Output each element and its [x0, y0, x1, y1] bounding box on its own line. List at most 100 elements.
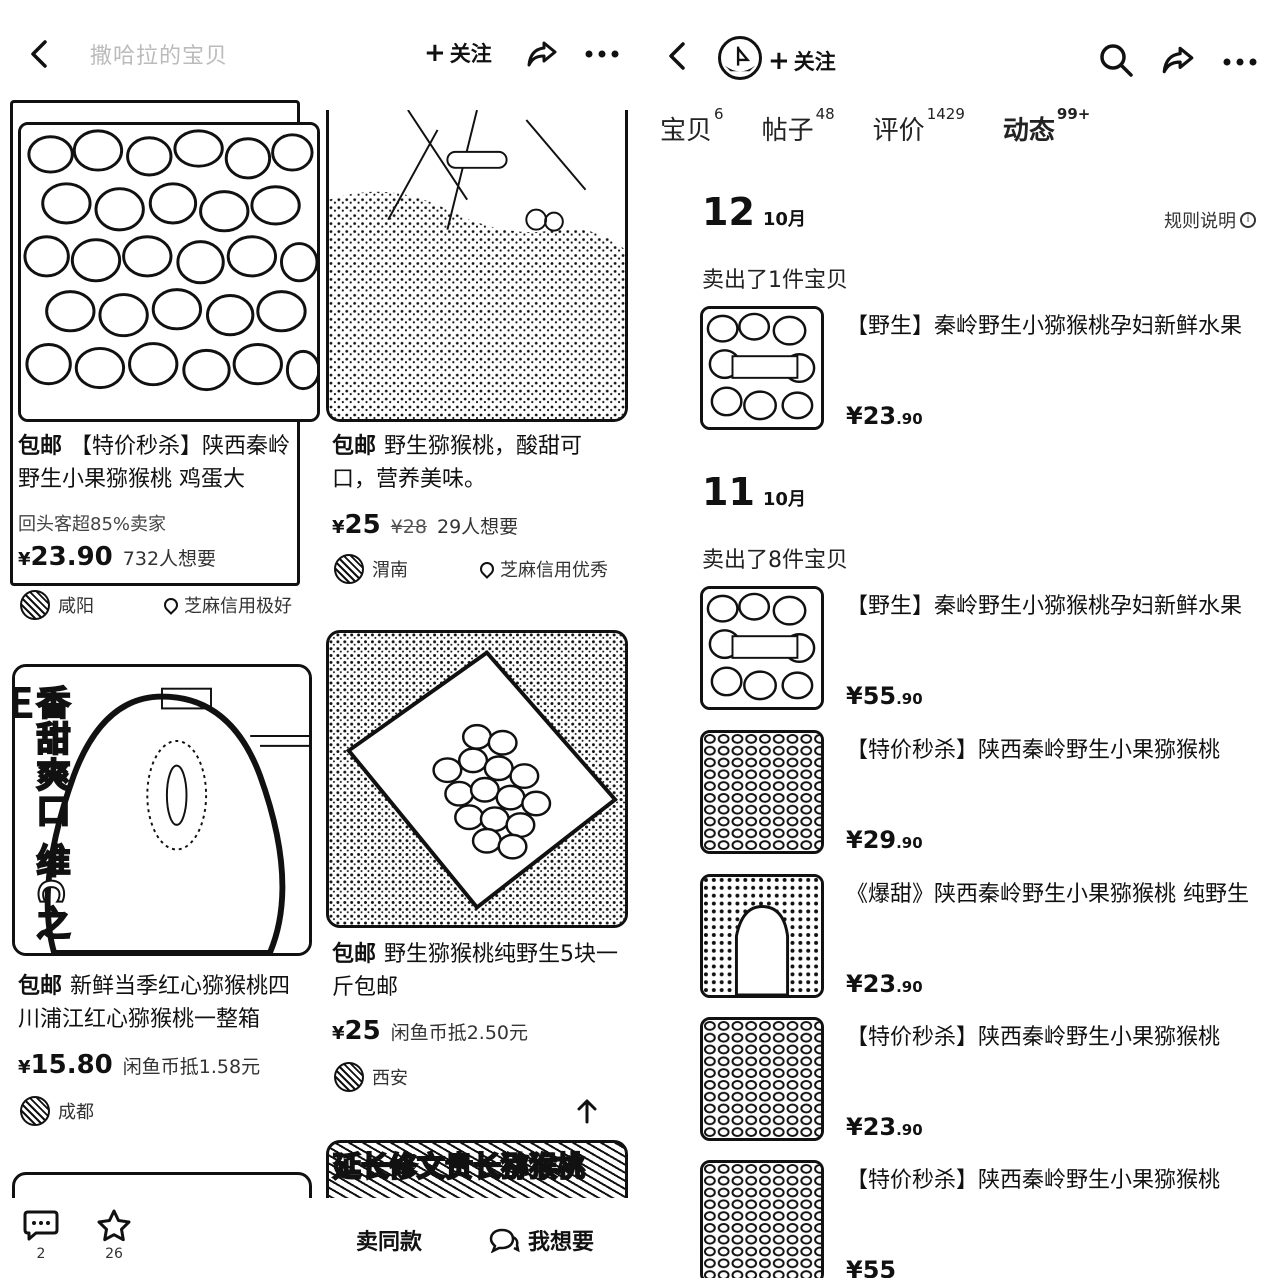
item-price: ¥23.90 — [846, 402, 923, 430]
date-day: 12 — [702, 190, 755, 234]
original-price: ¥28 — [390, 516, 427, 538]
tab-label: 评价 — [872, 116, 925, 146]
search-icon[interactable] — [1096, 40, 1136, 80]
seller-avatar — [334, 554, 364, 584]
favorite-count: 26 — [105, 1246, 123, 1262]
credit-text: 芝麻信用优秀 — [500, 560, 608, 581]
item-price: ¥55 — [846, 1256, 896, 1278]
free-shipping-tag: 包邮 — [18, 974, 63, 999]
tab-label: 动态 — [1002, 116, 1055, 146]
date-month: 10月 — [762, 209, 806, 230]
tab-items[interactable]: 宝贝6 — [660, 105, 724, 147]
favorite-button[interactable]: 26 — [96, 1208, 132, 1262]
follow-button[interactable]: + 关注 — [424, 38, 492, 68]
product-image — [18, 122, 320, 422]
want-label: 我想要 — [528, 1230, 595, 1255]
item-thumbnail — [700, 1017, 824, 1141]
sold-summary: 卖出了8件宝贝 — [702, 548, 848, 573]
tab-posts[interactable]: 帖子48 — [762, 105, 835, 147]
item-title: 《爆甜》陕西秦岭野生小果猕猴桃 纯野生 — [846, 882, 1249, 907]
item-price: ¥29.90 — [846, 826, 923, 854]
sold-item[interactable]: 【特价秒杀】陕西秦岭野生小果猕猴桃 ¥29.90 — [700, 730, 1260, 854]
free-shipping-tag: 包邮 — [332, 942, 377, 967]
product-image — [326, 110, 628, 422]
price-line: ¥23.90 732人想要 — [18, 542, 216, 572]
back-to-top-icon[interactable] — [572, 1096, 602, 1126]
sesame-credit-icon — [477, 559, 497, 579]
share-icon[interactable] — [522, 34, 562, 74]
sold-item[interactable]: 《爆甜》陕西秦岭野生小果猕猴桃 纯野生 ¥23.90 — [700, 874, 1260, 998]
item-thumbnail — [700, 1160, 824, 1278]
tab-count: 1429 — [926, 105, 965, 124]
credit-text: 芝麻信用极好 — [184, 596, 292, 617]
info-icon: i — [1240, 212, 1256, 228]
rules-label: 规则说明 — [1164, 211, 1236, 232]
product-card[interactable]: 包邮 【特价秒杀】陕西秦岭野生小果猕猴桃 鸡蛋大 回头客超85%卖家 ¥23.90… — [10, 100, 320, 620]
product-title: 包邮 新鲜当季红心猕猴桃四川浦江红心猕猴桃一整箱 — [18, 970, 312, 1036]
sold-item[interactable]: 【野生】秦岭野生小猕猴桃孕妇新鲜水果 ¥55.90 — [700, 586, 1260, 710]
item-price: ¥55.90 — [846, 682, 923, 710]
seller-location: 成都 — [20, 1096, 94, 1126]
comment-count: 2 — [36, 1246, 46, 1262]
want-button[interactable]: 我想要 — [488, 1224, 594, 1256]
price-value: 23.90 — [30, 542, 113, 572]
tab-reviews[interactable]: 评价1429 — [872, 105, 965, 147]
location-text: 渭南 — [372, 560, 408, 581]
star-icon — [96, 1208, 132, 1242]
price-value: 15.80 — [30, 1050, 113, 1080]
item-thumbnail — [700, 874, 824, 998]
comment-button[interactable]: 2 — [22, 1208, 60, 1262]
price-line: ¥25 闲鱼币抵2.50元 — [332, 1016, 528, 1046]
seller-note: 回头客超85%卖家 — [18, 514, 167, 535]
tab-activity[interactable]: 动态99+ — [1002, 105, 1090, 147]
user-avatar[interactable] — [718, 36, 762, 80]
product-card[interactable]: 包邮 野生猕猴桃纯野生5块一斤包邮 ¥25 闲鱼币抵2.50元 西安 — [326, 630, 630, 1100]
rules-link[interactable]: 规则说明 i — [1164, 207, 1256, 233]
sold-item[interactable]: 【特价秒杀】陕西秦岭野生小果猕猴桃 ¥23.90 — [700, 1017, 1260, 1141]
seller-avatar — [334, 1062, 364, 1092]
sold-item[interactable]: 【野生】秦岭野生小猕猴桃孕妇新鲜水果 ¥23.90 — [700, 306, 1260, 430]
more-icon[interactable] — [1220, 44, 1260, 80]
left-panel: 撒哈拉的宝贝 + 关注 包邮 【特价秒杀】陕西秦岭野生小果猕猴桃 鸡蛋大 回头客… — [0, 0, 640, 1278]
follow-button[interactable]: + 关注 — [768, 46, 836, 76]
shop-title[interactable]: 撒哈拉的宝贝 — [90, 38, 228, 70]
price-int: ¥23 — [846, 1113, 897, 1141]
chat-bubble-icon — [488, 1227, 520, 1253]
seller-location: 咸阳 — [20, 590, 94, 620]
image-overlay-text: 香甜爽口 维C之王 — [12, 684, 71, 943]
share-icon[interactable] — [1158, 40, 1198, 80]
tab-count: 99+ — [1056, 105, 1091, 124]
free-shipping-tag: 包邮 — [18, 434, 63, 459]
date-header: 11 10月 — [702, 470, 806, 514]
plus-icon: + — [424, 38, 446, 68]
comment-icon — [22, 1208, 60, 1242]
item-thumbnail — [700, 730, 824, 854]
price: ¥23.90 — [18, 542, 113, 572]
location-text: 成都 — [58, 1102, 94, 1123]
product-title: 包邮 野生猕猴桃纯野生5块一斤包邮 — [332, 938, 626, 1004]
tab-count: 48 — [815, 105, 835, 124]
price-int: ¥55 — [846, 682, 897, 710]
credit-badge: 芝麻信用优秀 — [477, 556, 608, 582]
follow-label: 关注 — [793, 50, 836, 74]
sold-item[interactable]: 【特价秒杀】陕西秦岭野生小果猕猴桃 ¥55 — [700, 1160, 1260, 1278]
back-icon[interactable] — [22, 36, 58, 72]
more-icon[interactable] — [582, 36, 622, 72]
price-int: ¥55 — [846, 1256, 897, 1278]
price-int: ¥23 — [846, 402, 897, 430]
coin-discount: 闲鱼币抵1.58元 — [122, 1056, 261, 1078]
product-image — [326, 630, 628, 928]
item-title: 【特价秒杀】陕西秦岭野生小果猕猴桃 — [846, 738, 1221, 763]
location-text: 西安 — [372, 1068, 408, 1089]
product-card[interactable]: 包邮 野生猕猴桃，酸甜可口，营养美味。 ¥25 ¥28 29人想要 渭南 芝麻信用… — [326, 110, 630, 590]
product-card[interactable]: 香甜爽口 维C之王 包邮 新鲜当季红心猕猴桃四川浦江红心猕猴桃一整箱 ¥15.80… — [12, 664, 312, 1134]
sold-summary: 卖出了1件宝贝 — [702, 268, 848, 293]
date-month: 10月 — [762, 489, 806, 510]
want-count: 29人想要 — [436, 516, 519, 538]
date-header: 12 10月 — [702, 190, 806, 234]
product-title: 包邮 【特价秒杀】陕西秦岭野生小果猕猴桃 鸡蛋大 — [18, 430, 300, 496]
sell-same-button[interactable]: 卖同款 — [356, 1224, 422, 1256]
tab-count: 6 — [714, 105, 724, 124]
back-icon[interactable] — [660, 38, 696, 74]
date-day: 11 — [702, 470, 755, 514]
